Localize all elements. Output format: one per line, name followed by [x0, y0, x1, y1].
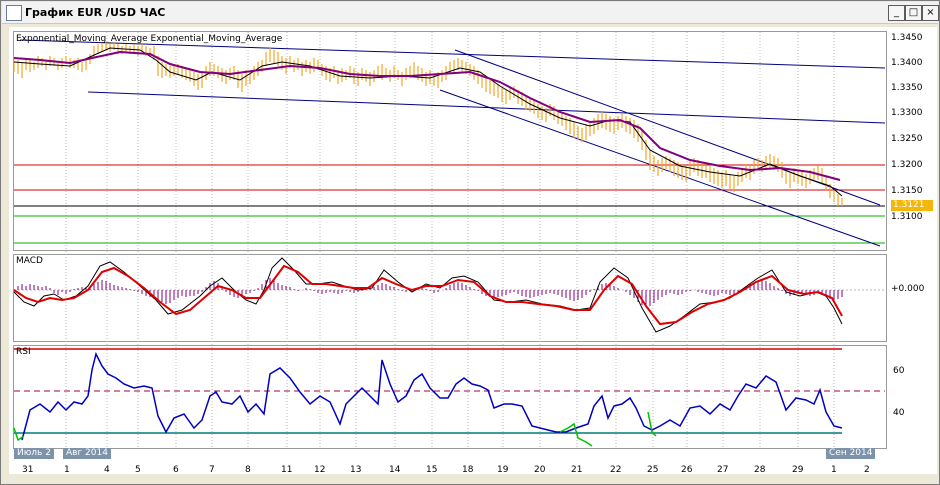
- x-tick: 1: [831, 465, 837, 475]
- x-tick: 8: [245, 465, 251, 475]
- x-tick: 11: [281, 465, 293, 475]
- x-tick: 15: [426, 465, 438, 475]
- y-tick-6: 1.3200: [891, 160, 923, 170]
- x-tick: 27: [717, 465, 729, 475]
- x-tick: 13: [350, 465, 362, 475]
- month-tag-august: Авг 2014: [63, 448, 111, 459]
- rsi-tick-60: 60: [893, 366, 905, 376]
- x-tick: 2: [864, 465, 870, 475]
- x-tick: 19: [497, 465, 509, 475]
- y-tick-1: 1.3450: [891, 33, 923, 43]
- rsi-tick-40: 40: [893, 408, 905, 418]
- price-bars: [13, 42, 843, 206]
- vertical-gridlines: [65, 32, 835, 447]
- month-tag-july: Июль 2: [14, 448, 54, 459]
- y-tick-5: 1.3250: [891, 134, 923, 144]
- rsi-line: [21, 351, 843, 441]
- y-tick-3: 1.3350: [891, 83, 923, 93]
- x-tick: 4: [104, 465, 110, 475]
- x-tick: 7: [209, 465, 215, 475]
- x-tick: 18: [462, 465, 474, 475]
- chart-graphics: [13, 32, 886, 447]
- macd-zero-tick: +0.000: [891, 284, 925, 294]
- x-tick: 25: [647, 465, 659, 475]
- ema-indicator-label: Exponential_Moving_Average Exponential_M…: [16, 34, 283, 44]
- y-tick-7: 1.3150: [891, 186, 923, 196]
- macd-histogram: [17, 278, 843, 307]
- x-tick: 29: [792, 465, 804, 475]
- x-tick: 26: [681, 465, 693, 475]
- y-tick-8: 1.3100: [891, 212, 923, 222]
- month-tag-september: Сен 2014: [826, 448, 876, 459]
- x-tick: 21: [571, 465, 583, 475]
- x-tick: 5: [135, 465, 141, 475]
- x-tick: 12: [314, 465, 326, 475]
- x-tick: 1: [64, 465, 70, 475]
- y-tick-2: 1.3400: [891, 58, 923, 68]
- current-price-tag: 1.3121: [891, 200, 933, 211]
- x-tick: 22: [610, 465, 622, 475]
- x-tick: 28: [754, 465, 766, 475]
- macd-label: MACD: [16, 256, 43, 266]
- y-tick-4: 1.3300: [891, 108, 923, 118]
- x-tick: 20: [534, 465, 546, 475]
- x-tick: 6: [173, 465, 179, 475]
- x-tick: 14: [389, 465, 401, 475]
- x-tick: 31: [22, 465, 34, 475]
- rsi-label: RSI: [16, 347, 31, 357]
